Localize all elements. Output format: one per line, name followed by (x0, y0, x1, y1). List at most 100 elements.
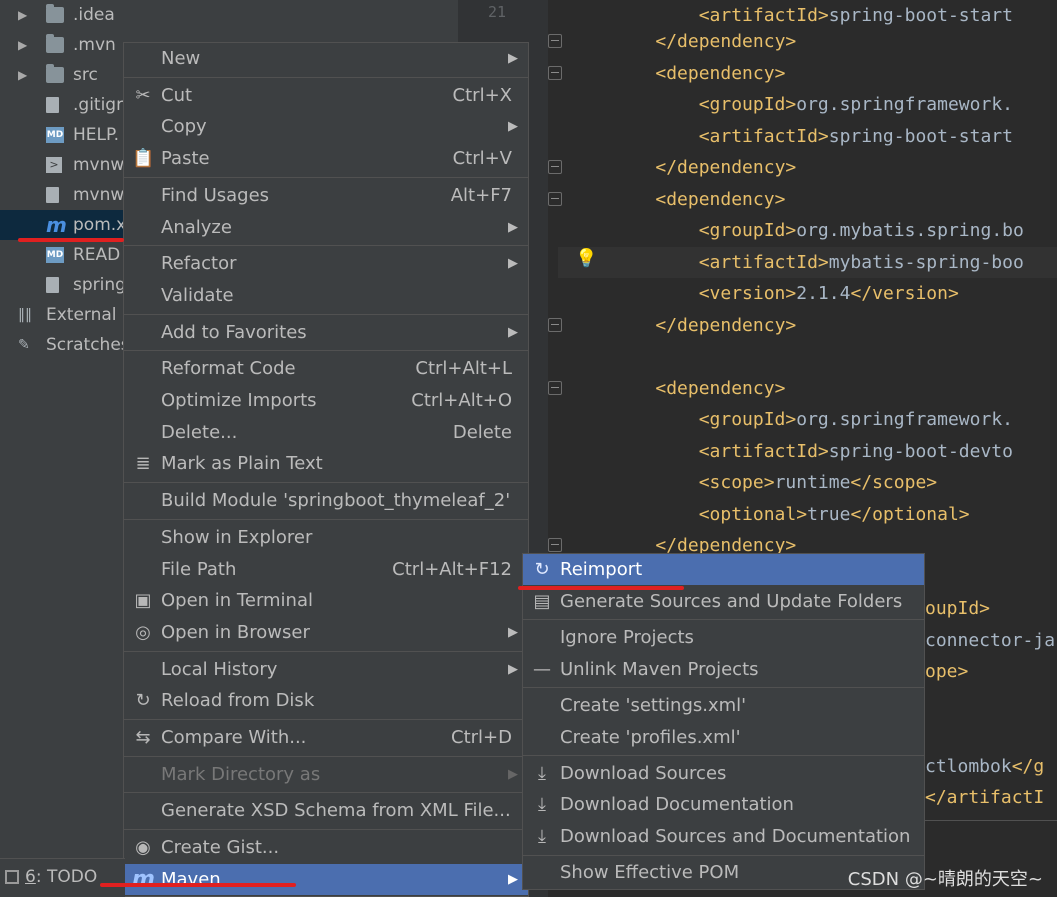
menu-item-ignore-projects[interactable]: Ignore Projects (523, 622, 924, 653)
menu-item-download-sources[interactable]: ⤓ Download Sources (523, 758, 924, 789)
code-line[interactable]: <artifactId>spring-boot-devto (612, 436, 1013, 467)
tree-item[interactable]: m pom.x (0, 210, 126, 240)
menu-item-find-usages[interactable]: Find Usages Alt+F7 (124, 180, 528, 211)
menu-item-validate[interactable]: Validate (124, 280, 528, 311)
tree-item[interactable]: > mvnw (0, 150, 125, 180)
code-line[interactable]: ope> (925, 656, 968, 687)
menu-item-cut[interactable]: ✂ Cut Ctrl+X (124, 80, 528, 111)
menu-item-label: Show in Explorer (161, 526, 313, 548)
tree-item-label: .idea (73, 5, 115, 25)
fold-marker-icon[interactable] (548, 34, 562, 48)
fold-marker-icon[interactable] (548, 66, 562, 80)
line-number: 21 (487, 3, 506, 21)
code-line[interactable]: <artifactId>spring-boot-start (612, 121, 1013, 152)
menu-separator (124, 755, 528, 757)
code-line[interactable]: </artifactI (925, 782, 1044, 813)
menu-item-label: Cut (161, 84, 193, 106)
fold-marker-icon[interactable] (548, 192, 562, 206)
menu-item-local-history[interactable]: Local History ▶ (124, 654, 528, 685)
menu-item-label: Maven (161, 868, 221, 890)
menu-item-file-path[interactable]: File Path Ctrl+Alt+F12 (124, 554, 528, 585)
menu-item-open-in-terminal[interactable]: ▣ Open in Terminal (124, 585, 528, 616)
code-line[interactable]: <dependency> (612, 373, 785, 404)
context-menu: New ▶ ✂ Cut Ctrl+X Copy ▶ 📋 Paste Ctrl+V Find Usag… (123, 42, 529, 897)
fold-marker-icon[interactable] (548, 318, 562, 332)
tree-item[interactable]: MD HELP. (0, 120, 125, 150)
download-icon: ⤓ (538, 762, 546, 784)
menu-item-show-in-explorer[interactable]: Show in Explorer (124, 522, 528, 553)
tree-item[interactable]: ▶ .mvn (0, 30, 125, 60)
globe-icon: ◎ (135, 621, 151, 643)
menu-item-new[interactable]: New ▶ (124, 43, 528, 74)
menu-item-create-gist[interactable]: ◉ Create Gist... (124, 832, 528, 863)
menu-item-generate-sources-and-update-folders[interactable]: ▤ Generate Sources and Update Folders (523, 586, 924, 617)
tree-item[interactable]: ‖‖ External l (0, 300, 127, 330)
code-line[interactable]: connector-ja (925, 625, 1055, 656)
menu-item-reimport[interactable]: ↻ Reimport (523, 554, 924, 585)
menu-item-reformat-code[interactable]: Reformat Code Ctrl+Alt+L (124, 353, 528, 384)
menu-item-label: Build Module 'springboot_thymeleaf_2' (161, 490, 511, 512)
code-line[interactable]: <groupId>org.mybatis.spring.bo (612, 215, 1024, 246)
tree-item[interactable]: MD READ (0, 240, 125, 270)
code-line[interactable]: </dependency> (612, 26, 796, 57)
code-line[interactable]: <groupId>org.springframework. (612, 404, 1013, 435)
submenu-arrow-icon: ▶ (508, 119, 518, 135)
code-line[interactable]: oupId> (925, 593, 990, 624)
menu-item-refactor[interactable]: Refactor ▶ (124, 248, 528, 279)
menu-item-download-sources-and-documentation[interactable]: ⤓ Download Sources and Documentation (523, 821, 924, 852)
tree-item[interactable]: ▶ src (0, 60, 125, 90)
maven-icon: m (132, 866, 155, 892)
menu-item-copy[interactable]: Copy ▶ (124, 111, 528, 142)
code-line[interactable]: <dependency> (612, 58, 785, 89)
menu-item-unlink-maven-projects[interactable]: — Unlink Maven Projects (523, 654, 924, 685)
file-icon (46, 187, 59, 203)
code-line[interactable]: <artifactId>mybatis-spring-boo (558, 247, 1057, 278)
code-line[interactable]: ctlombok</g (925, 751, 1044, 782)
code-line[interactable]: <dependency> (612, 184, 785, 215)
tree-item[interactable]: .gitigr (0, 90, 125, 120)
menu-item-open-in-browser[interactable]: ◎ Open in Browser ▶ (124, 617, 528, 648)
tree-item[interactable]: ▶ .idea (0, 0, 125, 30)
menu-item-delete[interactable]: Delete... Delete (124, 417, 528, 448)
lightbulb-icon[interactable]: 💡 (575, 248, 597, 269)
fold-marker-icon[interactable] (548, 160, 562, 174)
fold-marker-icon[interactable] (548, 538, 562, 552)
expand-arrow-icon[interactable]: ▶ (18, 60, 32, 90)
menu-item-download-documentation[interactable]: ⤓ Download Documentation (523, 789, 924, 820)
code-line[interactable]: <version>2.1.4</version> (612, 278, 959, 309)
tree-item-label: Scratches (46, 335, 130, 355)
tree-item[interactable]: spring (0, 270, 126, 300)
code-line[interactable]: <optional>true</optional> (612, 499, 970, 530)
menu-item-generate-xsd-schema-from-xml-file[interactable]: Generate XSD Schema from XML File... (124, 795, 528, 826)
folder-icon (46, 4, 64, 23)
tree-item-label: .gitigr (73, 95, 124, 115)
code-line[interactable]: <scope>runtime</scope> (612, 467, 937, 498)
tree-item[interactable]: mvnw (0, 180, 125, 210)
menu-item-optimize-imports[interactable]: Optimize Imports Ctrl+Alt+O (124, 385, 528, 416)
code-line[interactable]: </dependency> (612, 310, 796, 341)
menu-item-paste[interactable]: 📋 Paste Ctrl+V (124, 143, 528, 174)
menu-item-shortcut: Delete (452, 421, 512, 443)
annotation-underline-pom (18, 238, 124, 242)
tree-item[interactable]: ✎ Scratches (0, 330, 130, 360)
menu-item-reload-from-disk[interactable]: ↻ Reload from Disk (124, 685, 528, 716)
menu-item-create-settings-xml[interactable]: Create 'settings.xml' (523, 690, 924, 721)
menu-item-compare-with[interactable]: ⇆ Compare With... Ctrl+D (124, 722, 528, 753)
code-line[interactable]: <groupId>org.springframework. (612, 89, 1013, 120)
code-line[interactable]: </dependency> (612, 152, 796, 183)
expand-arrow-icon[interactable]: ▶ (18, 30, 32, 60)
menu-item-analyze[interactable]: Analyze ▶ (124, 212, 528, 243)
fold-marker-icon[interactable] (548, 381, 562, 395)
menu-item-mark-as-plain-text[interactable]: ≣ Mark as Plain Text (124, 448, 528, 479)
expand-arrow-icon[interactable]: ▶ (18, 0, 32, 30)
menu-item-label: Create 'settings.xml' (560, 694, 747, 716)
todo-tool-button[interactable]: 6: TODO (5, 867, 97, 887)
menu-item-add-to-favorites[interactable]: Add to Favorites ▶ (124, 317, 528, 348)
menu-separator (523, 755, 924, 757)
menu-item-maven[interactable]: m Maven ▶ (124, 863, 528, 895)
menu-item-create-profiles-xml[interactable]: Create 'profiles.xml' (523, 722, 924, 753)
menu-separator (124, 518, 528, 520)
menu-item-build-module-springboot-thymeleaf-2[interactable]: Build Module 'springboot_thymeleaf_2' (124, 485, 528, 516)
compare-icon: ⇆ (135, 727, 151, 748)
menu-item-label: Reimport (560, 559, 643, 580)
